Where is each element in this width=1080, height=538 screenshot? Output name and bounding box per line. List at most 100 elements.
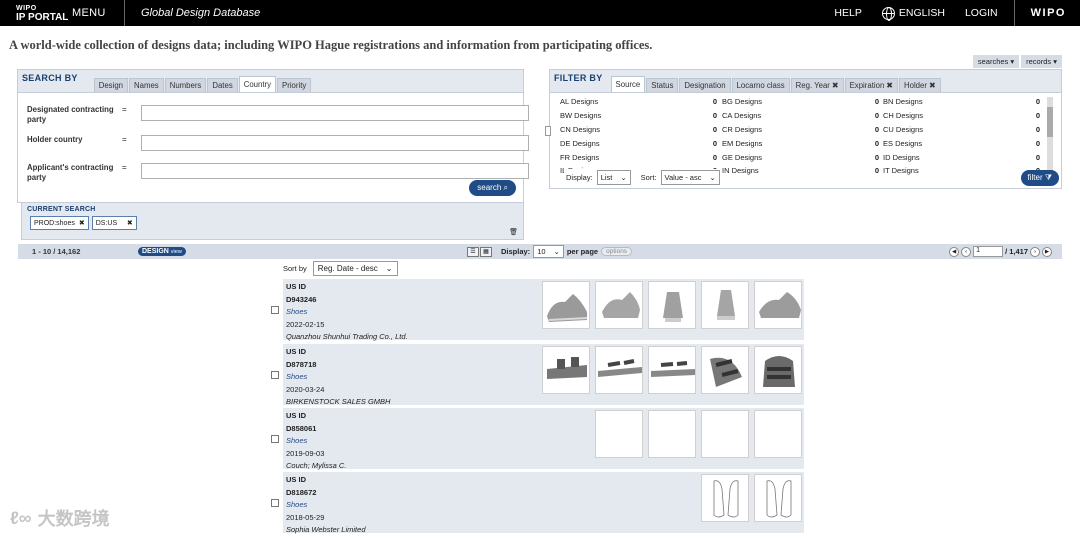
sort-select[interactable]: Value - asc ⌄ bbox=[660, 170, 720, 185]
blank-image[interactable] bbox=[595, 410, 643, 458]
filter-item[interactable]: BG Designs 0 bbox=[722, 95, 879, 109]
filter-item[interactable]: CA Designs 0 bbox=[722, 109, 879, 123]
result-number[interactable]: D878718 bbox=[286, 359, 390, 372]
records-dropdown[interactable]: records ▾ bbox=[1021, 55, 1062, 68]
sneaker-image[interactable] bbox=[701, 281, 749, 329]
tab-names[interactable]: Names bbox=[129, 78, 164, 92]
filter-button[interactable]: filter ⧩ bbox=[1020, 170, 1059, 186]
close-icon[interactable]: ✖ bbox=[79, 219, 85, 227]
row-checkbox[interactable] bbox=[271, 306, 279, 314]
prev-page-icon[interactable]: ‹ bbox=[961, 246, 972, 257]
filter-item[interactable]: GE Designs 0 bbox=[722, 150, 879, 164]
design-label: DESIGN bbox=[142, 248, 169, 255]
first-page-icon[interactable]: ◀ bbox=[949, 246, 960, 257]
row-checkbox[interactable] bbox=[271, 371, 279, 379]
sandal-image[interactable] bbox=[542, 346, 590, 394]
filter-item[interactable]: BN Designs 0 bbox=[883, 95, 1040, 109]
applicant-party-input[interactable] bbox=[141, 163, 529, 179]
filter-item[interactable]: CH Designs 0 bbox=[883, 109, 1040, 123]
collapse-handle[interactable] bbox=[545, 126, 551, 136]
next-page-icon[interactable]: › bbox=[1030, 246, 1040, 257]
grid-view-icon[interactable]: ▦ bbox=[480, 246, 492, 257]
filter-item[interactable]: CN Designs 0 bbox=[560, 123, 717, 137]
close-icon[interactable]: ✖ bbox=[929, 81, 936, 90]
tab-dates[interactable]: Dates bbox=[207, 78, 238, 92]
search-button[interactable]: search ⌕ bbox=[469, 180, 516, 196]
operator-equals: = bbox=[122, 135, 127, 144]
app-title[interactable]: Global Design Database bbox=[125, 7, 824, 19]
filter-item[interactable]: ES Designs 0 bbox=[883, 136, 1040, 150]
blank-image[interactable] bbox=[701, 410, 749, 458]
tab-priority[interactable]: Priority bbox=[277, 78, 312, 92]
row-checkbox[interactable] bbox=[271, 499, 279, 507]
tab-status[interactable]: Status bbox=[646, 78, 679, 92]
searches-dropdown[interactable]: searches ▾ bbox=[972, 55, 1020, 68]
search-chip[interactable]: PROD:shoes ✖ bbox=[30, 216, 89, 230]
design-view-button[interactable]: DESIGN view bbox=[138, 247, 186, 256]
login-link[interactable]: LOGIN bbox=[955, 7, 1008, 19]
display-select[interactable]: List ⌄ bbox=[596, 170, 631, 185]
filter-item[interactable]: CR Designs 0 bbox=[722, 123, 879, 137]
close-icon[interactable]: ✖ bbox=[886, 81, 893, 90]
row-checkbox[interactable] bbox=[271, 435, 279, 443]
tab-source[interactable]: Source bbox=[610, 76, 646, 92]
language-selector[interactable]: ENGLISH bbox=[872, 6, 955, 21]
close-icon[interactable]: ✖ bbox=[832, 81, 839, 90]
search-chip[interactable]: DS:US ✖ bbox=[91, 216, 137, 230]
sandal-image[interactable] bbox=[648, 346, 696, 394]
filter-item[interactable]: ID Designs 0 bbox=[883, 150, 1040, 164]
filter-item[interactable]: AL Designs 0 bbox=[560, 95, 717, 109]
sneaker-image[interactable] bbox=[648, 281, 696, 329]
sneaker-image[interactable] bbox=[754, 281, 802, 329]
options-button[interactable]: options bbox=[601, 247, 633, 256]
tab-reg-year[interactable]: Reg. Year ✖ bbox=[790, 78, 844, 92]
sandal-image[interactable] bbox=[701, 346, 749, 394]
filter-item[interactable]: DE Designs 0 bbox=[560, 136, 717, 150]
designated-party-input[interactable] bbox=[141, 105, 529, 121]
tab-locarno-class[interactable]: Locarno class bbox=[731, 78, 790, 92]
tab-holder[interactable]: Holder ✖ bbox=[898, 78, 941, 92]
tab-designation[interactable]: Designation bbox=[679, 78, 731, 92]
wipo-ip-portal-logo[interactable]: WIPO IP PORTAL bbox=[0, 4, 72, 23]
filter-item[interactable]: BW Designs 0 bbox=[560, 109, 717, 123]
wipo-brand-logo[interactable]: WIPO bbox=[1013, 0, 1080, 26]
last-page-icon[interactable]: ▶ bbox=[1042, 246, 1052, 257]
per-page-select[interactable]: 10 ⌄ bbox=[533, 245, 564, 258]
list-view-icon[interactable]: ☰ bbox=[467, 246, 479, 257]
sneaker-image[interactable] bbox=[595, 281, 643, 329]
shoe-drawing-image[interactable] bbox=[701, 474, 749, 522]
filter-item[interactable]: IN Designs 0 bbox=[722, 164, 879, 178]
blank-image[interactable] bbox=[648, 410, 696, 458]
filter-scrollbar[interactable] bbox=[1047, 97, 1053, 175]
chip-label: PROD:shoes bbox=[34, 219, 75, 227]
filter-item[interactable]: CU Designs 0 bbox=[883, 123, 1040, 137]
shoe-drawing-image[interactable] bbox=[754, 474, 802, 522]
sandal-image[interactable] bbox=[754, 346, 802, 394]
scrollbar-thumb[interactable] bbox=[1047, 107, 1053, 137]
tab-expiration[interactable]: Expiration ✖ bbox=[844, 78, 898, 92]
filter-item[interactable]: IT Designs0 bbox=[883, 164, 1040, 178]
holder-country-input[interactable] bbox=[141, 135, 529, 151]
result-row[interactable]: US ID D943246 Shoes 2022-02-15 Quanzhou … bbox=[271, 279, 804, 341]
result-row[interactable]: US ID D818672 Shoes 2018-05-29 Sophia We… bbox=[271, 472, 804, 534]
page-input[interactable]: 1 bbox=[973, 246, 1004, 257]
sneaker-image[interactable] bbox=[542, 281, 590, 329]
result-row[interactable]: US ID D878718 Shoes 2020-03-24 BIRKENSTO… bbox=[271, 344, 804, 406]
tab-design[interactable]: Design bbox=[93, 78, 128, 92]
filter-item[interactable]: EM Designs 0 bbox=[722, 136, 879, 150]
blank-image[interactable] bbox=[754, 410, 802, 458]
filter-item[interactable]: FR Designs 0 bbox=[560, 150, 717, 164]
sort-by-select[interactable]: Reg. Date - desc ⌄ bbox=[312, 261, 398, 276]
tab-country[interactable]: Country bbox=[238, 76, 277, 92]
result-number[interactable]: D818672 bbox=[286, 487, 366, 500]
result-row[interactable]: US ID D858061 Shoes 2019-09-03 Couch; My… bbox=[271, 408, 804, 470]
menu-button[interactable]: MENU bbox=[72, 7, 124, 19]
result-number[interactable]: D943246 bbox=[286, 294, 408, 307]
close-icon[interactable]: ✖ bbox=[127, 219, 133, 227]
result-number[interactable]: D858061 bbox=[286, 423, 346, 436]
tab-numbers[interactable]: Numbers bbox=[164, 78, 207, 92]
sandal-image[interactable] bbox=[595, 346, 643, 394]
help-link[interactable]: HELP bbox=[824, 7, 871, 19]
trash-icon[interactable]: 🗑 bbox=[509, 228, 518, 236]
page-tagline: A world-wide collection of designs data;… bbox=[9, 38, 653, 52]
